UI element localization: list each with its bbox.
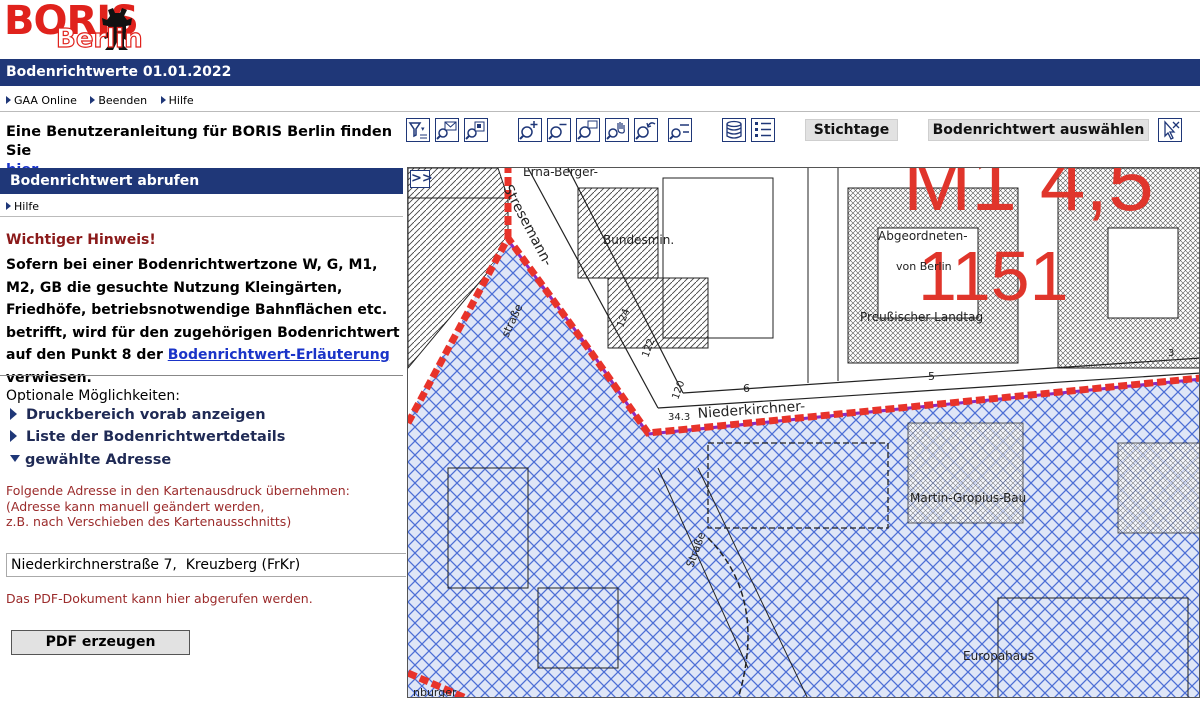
map-label-nburger: nburger [413, 686, 457, 698]
zoom-in-icon[interactable] [518, 118, 542, 142]
svg-text:▾: ▾ [421, 125, 425, 133]
map-viewport[interactable]: M1 4,5 1151 Erna-Berger- Bundesmin. Abge… [407, 167, 1200, 698]
logo-subtext: Berlin [55, 23, 143, 54]
title-bar: Bodenrichtwerte 01.01.2022 [0, 59, 1200, 86]
expand-panel-button[interactable]: >> [410, 170, 433, 188]
nav-beenden[interactable]: Beenden [90, 94, 147, 107]
zone-label: M1 4,5 [903, 168, 1154, 228]
pdf-erzeugen-button[interactable]: PDF erzeugen [11, 630, 190, 655]
legend-icon[interactable] [751, 118, 775, 142]
top-navigation: GAA Online Beenden Hilfe [0, 90, 1200, 112]
notice-text: Sofern bei einer Bodenrichtwertzone W, G… [6, 257, 400, 386]
map-label-abgeordneten: Abgeordneten- [878, 229, 968, 243]
zoom-back-icon[interactable] [634, 118, 658, 142]
panel-help-link[interactable]: Hilfe [0, 197, 403, 217]
map-toolbar: ▾ Stichtage Bodenrichtwert auswählen [406, 118, 1200, 144]
cursor-info-icon[interactable] [1158, 118, 1182, 142]
map-label-martin-gropius-bau: Martin-Gropius-Bau [910, 491, 1026, 505]
options-title: Optionale Möglichkeiten: [6, 388, 180, 404]
map-label-von-berlin: von Berlin [896, 260, 952, 273]
address-hint: Folgende Adresse in den Kartenausdruck ü… [6, 483, 350, 529]
zoom-previous-icon[interactable] [464, 118, 488, 142]
zone-value: 1151 [918, 237, 1069, 315]
filter-icon[interactable]: ▾ [406, 118, 430, 142]
triangle-right-icon [160, 96, 166, 104]
map-label-erna-berger: Erna-Berger- [523, 168, 598, 179]
map-label-europahaus: Europahaus [963, 649, 1034, 663]
triangle-right-icon [90, 96, 96, 104]
pdf-hint: Das PDF-Dokument kann hier abgerufen wer… [6, 591, 313, 606]
cadastral-map: M1 4,5 1151 Erna-Berger- Bundesmin. Abge… [408, 168, 1199, 698]
zoom-out-icon[interactable] [547, 118, 571, 142]
zoom-box-icon[interactable] [576, 118, 600, 142]
erlaeuterung-link[interactable]: Bodenrichtwert-Erläuterung [168, 347, 390, 363]
zoom-mail-icon[interactable] [435, 118, 459, 142]
zoom-full-icon[interactable] [668, 118, 692, 142]
option-druckbereich[interactable]: Druckbereich vorab anzeigen [10, 407, 266, 423]
triangle-right-icon [10, 408, 17, 420]
triangle-right-icon [6, 202, 11, 210]
triangle-right-icon [6, 96, 11, 104]
map-number-34-3: 34.3 [668, 412, 690, 423]
map-number-5: 5 [928, 370, 935, 383]
triangle-right-icon [10, 430, 17, 442]
nav-gaa-online[interactable]: GAA Online [6, 94, 77, 107]
triangle-down-icon [10, 455, 20, 462]
pan-icon[interactable] [605, 118, 629, 142]
option-liste-details[interactable]: Liste der Bodenrichtwertdetails [10, 429, 285, 445]
nav-hilfe[interactable]: Hilfe [160, 94, 194, 107]
bodenrichtwert-auswaehlen-button[interactable]: Bodenrichtwert auswählen [928, 119, 1149, 141]
map-label-preussischer-landtag: Preußischer Landtag [860, 310, 983, 324]
layers-icon[interactable] [722, 118, 746, 142]
boris-logo: BORIS Berlin [4, 0, 179, 56]
map-number-6: 6 [743, 382, 750, 395]
divider [0, 375, 403, 376]
map-number-3: 3 [1168, 348, 1174, 359]
stichtage-button[interactable]: Stichtage [805, 119, 898, 141]
option-gewaehlte-adresse[interactable]: gewählte Adresse [10, 452, 171, 468]
address-input[interactable] [6, 553, 406, 577]
map-label-bundesmin: Bundesmin. [603, 233, 674, 247]
notice-title: Wichtiger Hinweis! [6, 232, 156, 248]
panel-title: Bodenrichtwert abrufen [0, 168, 403, 194]
